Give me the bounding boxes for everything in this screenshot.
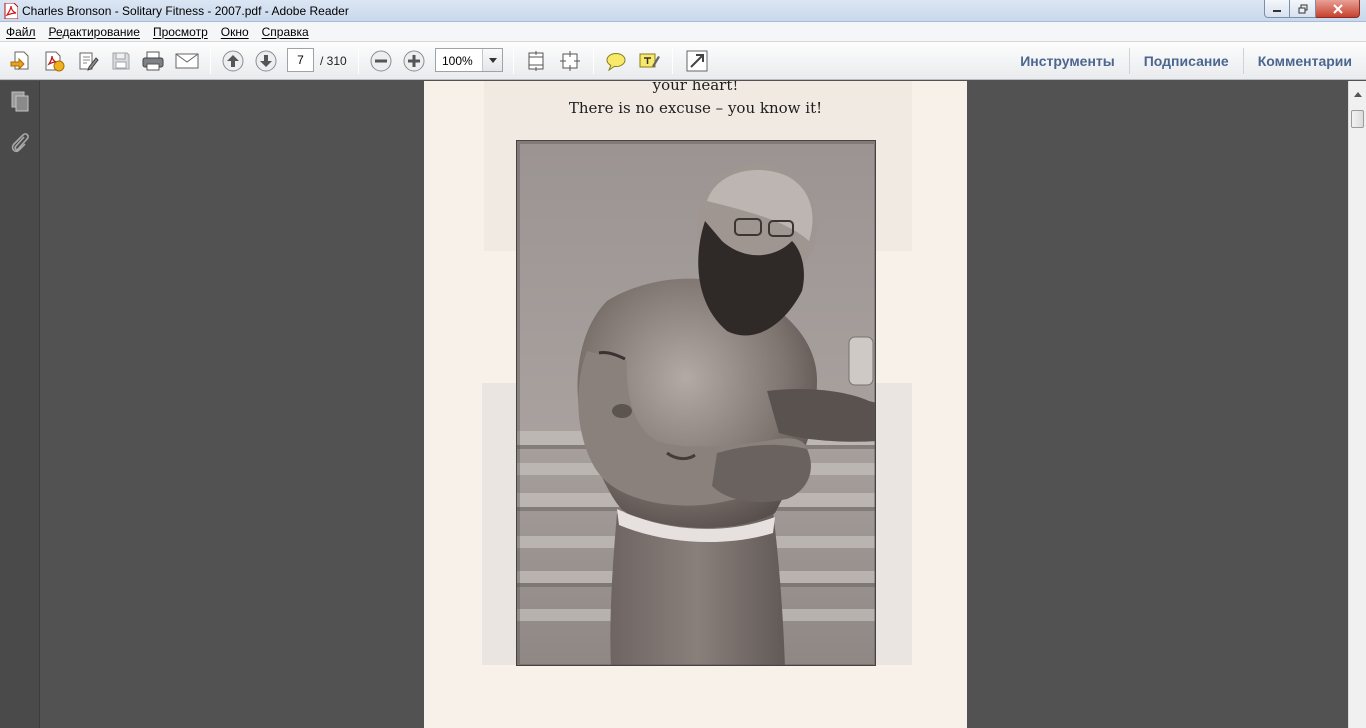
toolbar-separator: [593, 48, 594, 74]
email-button[interactable]: [174, 49, 200, 73]
highlight-button[interactable]: [636, 49, 662, 73]
attachment-icon: [11, 133, 29, 153]
full-screen-icon: [686, 50, 708, 72]
full-screen-button[interactable]: [684, 49, 710, 73]
add-comment-button[interactable]: [603, 49, 629, 73]
create-pdf-button[interactable]: [41, 49, 67, 73]
fit-width-icon: [560, 51, 580, 71]
tab-sign[interactable]: Подписание: [1128, 48, 1243, 74]
next-page-button[interactable]: [253, 49, 279, 73]
toolbar-separator: [672, 48, 673, 74]
zoom-value: 100%: [442, 54, 473, 68]
adobe-pdf-icon: [4, 3, 18, 19]
page-up-icon: [222, 50, 244, 72]
previous-page-button[interactable]: [220, 49, 246, 73]
edit-button[interactable]: [75, 49, 101, 73]
email-icon: [175, 53, 199, 69]
chevron-up-icon: [1353, 91, 1362, 97]
close-button[interactable]: [1316, 0, 1360, 18]
open-button[interactable]: [8, 49, 34, 73]
zoom-in-icon: [403, 50, 425, 72]
task-pane-tabs: Инструменты Подписание Комментарии: [1006, 42, 1366, 80]
tab-tools[interactable]: Инструменты: [1006, 48, 1129, 74]
toolbar-separator: [210, 48, 211, 74]
save-icon: [112, 52, 130, 70]
comment-icon: [606, 53, 626, 71]
page-text-line: There is no excuse – you know it!: [568, 99, 823, 117]
vertical-scrollbar[interactable]: [1348, 81, 1366, 728]
scrollbar-thumb[interactable]: [1351, 110, 1364, 128]
menu-bar: Файл Редактирование Просмотр Окно Справк…: [0, 22, 1366, 42]
print-button[interactable]: [140, 49, 166, 73]
title-bar: Charles Bronson - Solitary Fitness - 200…: [0, 0, 1366, 22]
toolbar-separator: [513, 48, 514, 74]
tab-comments[interactable]: Комментарии: [1242, 48, 1366, 74]
toolbar-separator: [358, 48, 359, 74]
menu-edit[interactable]: Редактирование: [49, 25, 140, 39]
navigation-panel: [0, 81, 40, 728]
save-button[interactable]: [108, 49, 134, 73]
minimize-icon: [1273, 9, 1281, 12]
page-text-line: your heart!: [652, 81, 739, 94]
attachments-button[interactable]: [8, 132, 32, 156]
fit-width-button[interactable]: [557, 49, 583, 73]
adobe-reader-window: Charles Bronson - Solitary Fitness - 200…: [0, 0, 1366, 728]
menu-help[interactable]: Справка: [262, 25, 309, 39]
menu-window[interactable]: Окно: [221, 25, 249, 39]
restore-icon: [1298, 4, 1307, 13]
menu-file[interactable]: Файл: [6, 25, 36, 39]
print-icon: [142, 51, 164, 71]
create-pdf-icon: [45, 51, 65, 72]
page-down-icon: [255, 50, 277, 72]
restore-button[interactable]: [1290, 0, 1316, 18]
chevron-down-icon: [488, 57, 497, 63]
photo-image: [517, 141, 875, 665]
page-photo: [516, 140, 876, 666]
close-icon: [1332, 3, 1343, 14]
edit-icon: [79, 52, 99, 71]
window-title: Charles Bronson - Solitary Fitness - 200…: [22, 4, 349, 18]
window-controls: [1264, 0, 1360, 18]
zoom-in-button[interactable]: [401, 49, 427, 73]
highlight-icon: [639, 53, 660, 68]
zoom-out-button[interactable]: [368, 49, 394, 73]
document-viewer[interactable]: your heart! There is no excuse – you kno…: [41, 81, 1348, 728]
menu-view[interactable]: Просмотр: [153, 25, 208, 39]
minimize-button[interactable]: [1264, 0, 1290, 18]
open-icon: [10, 51, 29, 71]
scroll-up-button[interactable]: [1349, 81, 1366, 107]
zoom-dropdown-button[interactable]: [482, 49, 502, 71]
page-total-label: / 310: [320, 54, 347, 68]
page-thumbnails-button[interactable]: [8, 89, 32, 113]
page-number-input[interactable]: [287, 48, 314, 72]
fit-page-button[interactable]: [523, 49, 549, 73]
zoom-select[interactable]: 100%: [435, 48, 503, 72]
pdf-page: your heart! There is no excuse – you kno…: [424, 81, 967, 728]
fit-page-icon: [528, 51, 544, 71]
zoom-out-icon: [370, 50, 392, 72]
pages-icon: [11, 91, 29, 112]
